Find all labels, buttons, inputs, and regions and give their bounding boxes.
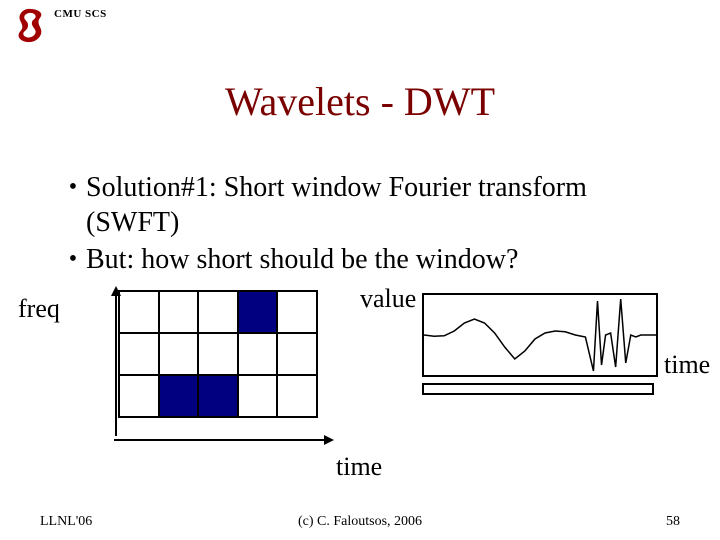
slide-header: CMU SCS bbox=[10, 6, 107, 44]
grid-cell-filled bbox=[198, 375, 238, 417]
cmu-scs-logo bbox=[10, 6, 48, 44]
bullet-item: • But: how short should be the window? bbox=[60, 242, 680, 277]
time-series-caption-strip bbox=[422, 383, 654, 395]
grid-x-axis-icon bbox=[114, 434, 334, 446]
grid-cell-filled bbox=[238, 291, 278, 333]
bullet-item: • Solution#1: Short window Fourier trans… bbox=[60, 170, 680, 240]
value-axis-label: value bbox=[360, 284, 416, 314]
grid-cell-filled bbox=[159, 375, 199, 417]
freq-axis-label: freq bbox=[18, 294, 60, 324]
grid-time-axis-label: time bbox=[336, 452, 382, 482]
slide-title: Wavelets - DWT bbox=[0, 78, 720, 125]
time-series-plot bbox=[422, 293, 658, 377]
bullet-text: Solution#1: Short window Fourier transfo… bbox=[86, 170, 680, 240]
wave-time-axis-label: time bbox=[664, 350, 710, 380]
bullet-dot-icon: • bbox=[60, 170, 86, 204]
time-freq-grid bbox=[118, 290, 318, 410]
bullet-dot-icon: • bbox=[60, 242, 86, 276]
slide-footer: LLNL'06 (c) C. Faloutsos, 2006 58 bbox=[0, 514, 720, 530]
bullet-text: But: how short should be the window? bbox=[86, 242, 680, 277]
footer-center: (c) C. Faloutsos, 2006 bbox=[0, 514, 720, 530]
bullet-list: • Solution#1: Short window Fourier trans… bbox=[60, 170, 680, 279]
org-label: CMU SCS bbox=[54, 8, 107, 20]
